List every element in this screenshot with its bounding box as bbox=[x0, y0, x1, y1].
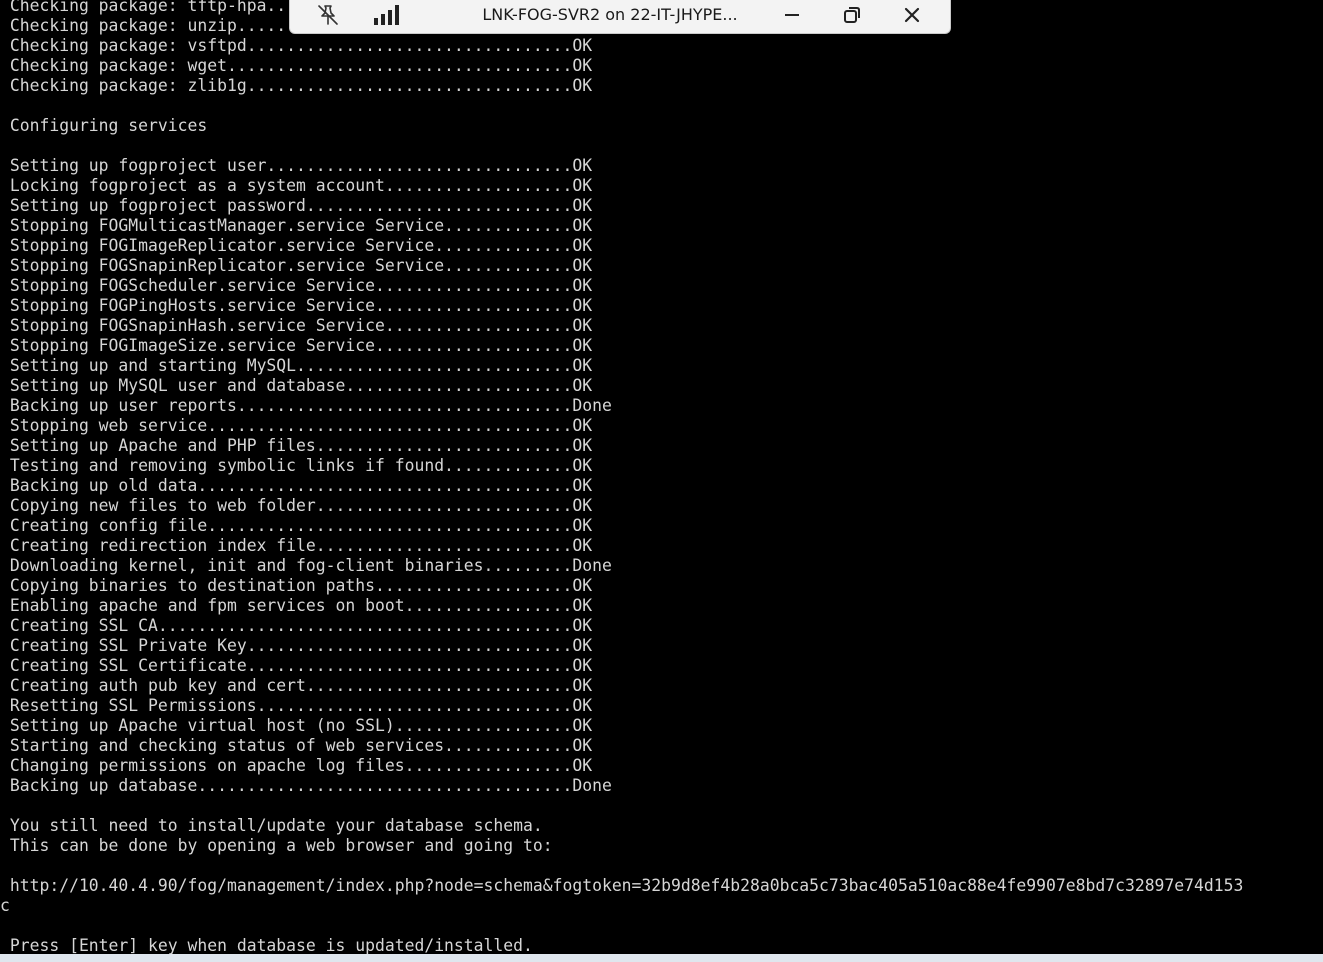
terminal-line: Creating redirection index file.........… bbox=[0, 536, 593, 555]
terminal-line: Creating config file....................… bbox=[0, 516, 593, 535]
connection-title: LNK-FOG-SVR2 on 22-IT-JHYPE... bbox=[482, 5, 738, 24]
terminal-line: This can be done by opening a web browse… bbox=[0, 836, 553, 855]
terminal-line: Stopping web service....................… bbox=[0, 416, 593, 435]
terminal-line: Locking fogproject as a system account..… bbox=[0, 176, 593, 195]
terminal-line: Setting up MySQL user and database......… bbox=[0, 376, 593, 395]
terminal-line: Stopping FOGMulticastManager.service Ser… bbox=[0, 216, 593, 235]
schema-url-line[interactable]: http://10.40.4.90/fog/management/index.p… bbox=[0, 876, 1244, 896]
terminal-line: Resetting SSL Permissions...............… bbox=[0, 696, 593, 715]
terminal-line: Creating SSL CA.........................… bbox=[0, 616, 593, 635]
terminal-line: Setting up Apache virtual host (no SSL).… bbox=[0, 716, 593, 735]
terminal-line: Copying binaries to destination paths...… bbox=[0, 576, 593, 595]
terminal-line: Setting up and starting MySQL...........… bbox=[0, 356, 593, 375]
terminal-line: Checking package: wget..................… bbox=[0, 56, 593, 75]
terminal-line: Backing up old data.....................… bbox=[0, 476, 593, 495]
terminal-line: Stopping FOGPingHosts.service Service...… bbox=[0, 296, 593, 315]
terminal-line: c bbox=[0, 896, 10, 915]
restore-icon[interactable] bbox=[832, 0, 872, 30]
close-icon[interactable] bbox=[892, 0, 932, 30]
terminal-line: Starting and checking status of web serv… bbox=[0, 736, 593, 755]
remote-connection-bar[interactable]: LNK-FOG-SVR2 on 22-IT-JHYPE... bbox=[289, 0, 951, 34]
terminal-line: Setting up Apache and PHP files.........… bbox=[0, 436, 593, 455]
terminal-line: Checking package: vsftpd................… bbox=[0, 36, 593, 55]
terminal-line: Stopping FOGImageReplicator.service Serv… bbox=[0, 236, 593, 255]
terminal-line: Creating SSL Certificate................… bbox=[0, 656, 593, 675]
unpin-icon[interactable] bbox=[308, 0, 348, 30]
terminal-line: You still need to install/update your da… bbox=[0, 816, 543, 835]
terminal-line: Enabling apache and fpm services on boot… bbox=[0, 596, 593, 615]
terminal-line: Stopping FOGSnapinHash.service Service..… bbox=[0, 316, 593, 335]
signal-strength-icon[interactable] bbox=[368, 0, 408, 30]
terminal-line: Backing up database.....................… bbox=[0, 776, 612, 795]
terminal-line: Copying new files to web folder.........… bbox=[0, 496, 593, 515]
terminal-window[interactable]: Checking package: tftp-hpa..............… bbox=[0, 0, 1323, 954]
terminal-line: Stopping FOGSnapinReplicator.service Ser… bbox=[0, 256, 593, 275]
terminal-line: Backing up user reports.................… bbox=[0, 396, 612, 415]
terminal-line: Checking package: zlib1g................… bbox=[0, 76, 593, 95]
terminal-line: Setting up fogproject user..............… bbox=[0, 156, 593, 175]
terminal-prompt-line: Press [Enter] key when database is updat… bbox=[0, 936, 533, 954]
terminal-line: Creating auth pub key and cert..........… bbox=[0, 676, 593, 695]
terminal-line: Stopping FOGImageSize.service Service...… bbox=[0, 336, 593, 355]
minimize-icon[interactable] bbox=[772, 0, 812, 30]
terminal-line: Downloading kernel, init and fog-client … bbox=[0, 556, 612, 575]
terminal-line: Changing permissions on apache log files… bbox=[0, 756, 593, 775]
window-bottom-edge bbox=[0, 954, 1323, 962]
terminal-line: Testing and removing symbolic links if f… bbox=[0, 456, 593, 475]
terminal-line: Configuring services bbox=[0, 116, 208, 135]
terminal-line: Stopping FOGScheduler.service Service...… bbox=[0, 276, 593, 295]
terminal-line: Creating SSL Private Key................… bbox=[0, 636, 593, 655]
terminal-line: Setting up fogproject password..........… bbox=[0, 196, 593, 215]
